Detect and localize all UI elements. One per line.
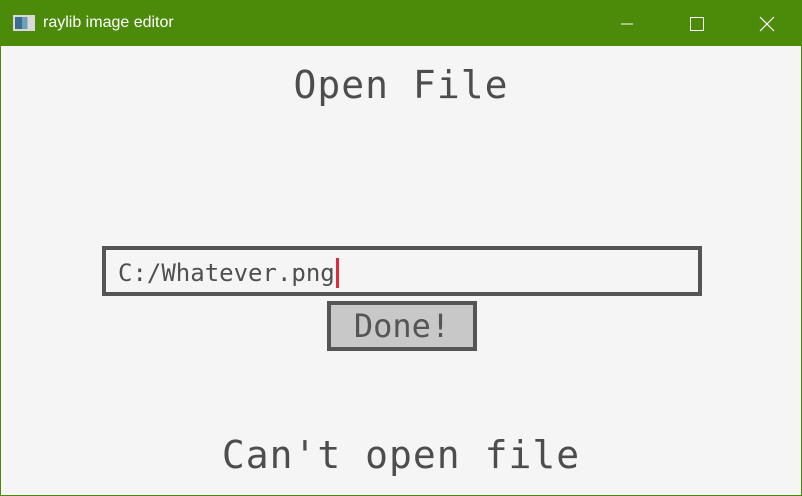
- maximize-button[interactable]: [662, 1, 732, 46]
- close-icon: [759, 16, 775, 31]
- window-title: raylib image editor: [43, 14, 174, 31]
- maximize-icon: [690, 16, 704, 31]
- file-path-input[interactable]: C:/Whatever.png: [102, 246, 702, 296]
- minimize-button[interactable]: [592, 1, 662, 46]
- dialog-heading: Open File: [293, 63, 509, 107]
- status-message: Can't open file: [221, 433, 581, 477]
- raylib-app-icon: [13, 15, 35, 31]
- app-window: raylib image editor Open File C:/Whateve…: [0, 0, 802, 496]
- minimize-icon: [621, 23, 633, 24]
- done-button[interactable]: Done!: [327, 301, 477, 351]
- close-button[interactable]: [732, 1, 801, 46]
- title-bar[interactable]: raylib image editor: [1, 1, 801, 46]
- file-path-text-wrap: C:/Whatever.png: [118, 258, 339, 288]
- text-caret: [335, 258, 339, 288]
- file-path-value: C:/Whatever.png: [118, 259, 335, 287]
